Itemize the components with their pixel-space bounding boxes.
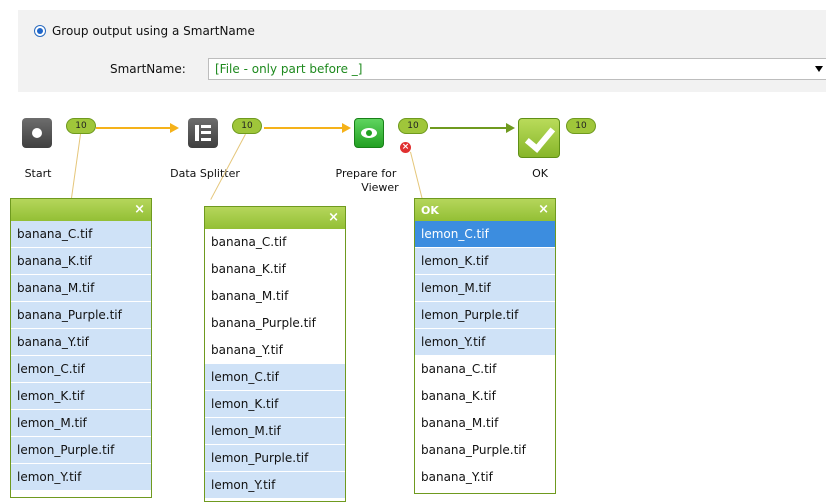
list-item[interactable]: banana_M.tif bbox=[205, 283, 345, 310]
node-label-data-splitter: Data Splitter bbox=[170, 167, 240, 180]
connector-splitter-prepare bbox=[264, 127, 344, 129]
eye-icon bbox=[361, 128, 377, 138]
splitter-bar bbox=[201, 125, 211, 128]
count-badge: 10 bbox=[232, 118, 262, 134]
list-item[interactable]: banana_C.tif bbox=[11, 221, 151, 248]
list-item[interactable]: lemon_M.tif bbox=[415, 275, 555, 302]
list-item[interactable]: lemon_K.tif bbox=[205, 391, 345, 418]
connector-start-splitter bbox=[96, 127, 172, 129]
list-item[interactable]: banana_Y.tif bbox=[205, 337, 345, 364]
list-item[interactable]: banana_Purple.tif bbox=[415, 437, 555, 464]
close-icon[interactable]: × bbox=[538, 202, 549, 217]
options-panel: Group output using a SmartName SmartName… bbox=[18, 10, 826, 92]
arrow-head-icon bbox=[170, 123, 179, 133]
close-icon[interactable]: × bbox=[328, 210, 339, 225]
start-node-icon[interactable] bbox=[22, 118, 52, 148]
splitter-bar bbox=[201, 131, 211, 134]
arrow-head-icon bbox=[506, 123, 515, 133]
list-item[interactable]: banana_K.tif bbox=[11, 248, 151, 275]
list-item[interactable]: banana_Purple.tif bbox=[205, 310, 345, 337]
list-item[interactable]: lemon_M.tif bbox=[205, 418, 345, 445]
smartname-select[interactable]: [File - only part before _] bbox=[208, 58, 826, 80]
prepare-viewer-node-icon[interactable] bbox=[354, 118, 384, 148]
list-item[interactable]: banana_Purple.tif bbox=[11, 302, 151, 329]
radio-button[interactable] bbox=[34, 25, 46, 37]
list-item[interactable]: lemon_K.tif bbox=[415, 248, 555, 275]
smartname-value: [File - only part before _] bbox=[215, 62, 363, 76]
list-item[interactable]: lemon_Purple.tif bbox=[415, 302, 555, 329]
list-item[interactable]: lemon_Purple.tif bbox=[205, 445, 345, 472]
node-label-prepare-viewer: Prepare for Viewer bbox=[335, 167, 399, 194]
list-item[interactable]: banana_K.tif bbox=[205, 256, 345, 283]
data-splitter-node-icon[interactable] bbox=[188, 118, 218, 148]
chevron-down-icon[interactable] bbox=[815, 66, 823, 72]
connector-prepare-ok bbox=[430, 127, 508, 129]
node-label-ok: OK bbox=[532, 167, 548, 180]
count-badge: 10 bbox=[398, 118, 428, 134]
list-item[interactable]: lemon_M.tif bbox=[11, 410, 151, 437]
list-item[interactable]: banana_C.tif bbox=[205, 229, 345, 256]
list-item[interactable]: banana_M.tif bbox=[11, 275, 151, 302]
list-item[interactable]: banana_C.tif bbox=[415, 356, 555, 383]
list-item[interactable]: lemon_K.tif bbox=[11, 383, 151, 410]
checkmark-icon bbox=[524, 121, 556, 153]
list-item[interactable]: lemon_C.tif bbox=[11, 356, 151, 383]
file-list-panel-start: × banana_C.tif banana_K.tif banana_M.tif… bbox=[10, 198, 152, 498]
list-item[interactable]: lemon_Y.tif bbox=[415, 329, 555, 356]
list-item[interactable]: lemon_Y.tif bbox=[11, 464, 151, 491]
leader-line bbox=[70, 134, 81, 200]
list-item[interactable]: lemon_Purple.tif bbox=[11, 437, 151, 464]
panel-header: OK × bbox=[415, 199, 555, 221]
list-item[interactable]: lemon_Y.tif bbox=[205, 472, 345, 499]
panel-title: OK bbox=[421, 204, 439, 217]
splitter-bar bbox=[195, 125, 199, 141]
list-item[interactable]: lemon_C.tif bbox=[205, 364, 345, 391]
panel-header: × bbox=[205, 207, 345, 229]
list-item[interactable]: banana_Y.tif bbox=[11, 329, 151, 356]
list-item[interactable]: banana_K.tif bbox=[415, 383, 555, 410]
node-label-start: Start bbox=[24, 167, 52, 180]
count-badge: 10 bbox=[566, 118, 596, 134]
radio-label: Group output using a SmartName bbox=[52, 24, 255, 38]
list-item[interactable]: banana_M.tif bbox=[415, 410, 555, 437]
splitter-bar bbox=[201, 138, 211, 141]
record-icon bbox=[32, 128, 42, 138]
file-list-panel-ok: OK × lemon_C.tif lemon_K.tif lemon_M.tif… bbox=[414, 198, 556, 494]
group-output-option[interactable]: Group output using a SmartName bbox=[34, 24, 255, 38]
smartname-label: SmartName: bbox=[110, 62, 186, 76]
close-icon[interactable]: × bbox=[134, 202, 145, 217]
list-item[interactable]: banana_Y.tif bbox=[415, 464, 555, 491]
arrow-head-icon bbox=[342, 123, 351, 133]
ok-node-icon[interactable] bbox=[518, 118, 560, 158]
count-badge: 10 bbox=[66, 118, 96, 134]
file-list-panel-data-splitter: × banana_C.tif banana_K.tif banana_M.tif… bbox=[204, 206, 346, 502]
list-item-selected[interactable]: lemon_C.tif bbox=[415, 221, 555, 248]
panel-header: × bbox=[11, 199, 151, 221]
